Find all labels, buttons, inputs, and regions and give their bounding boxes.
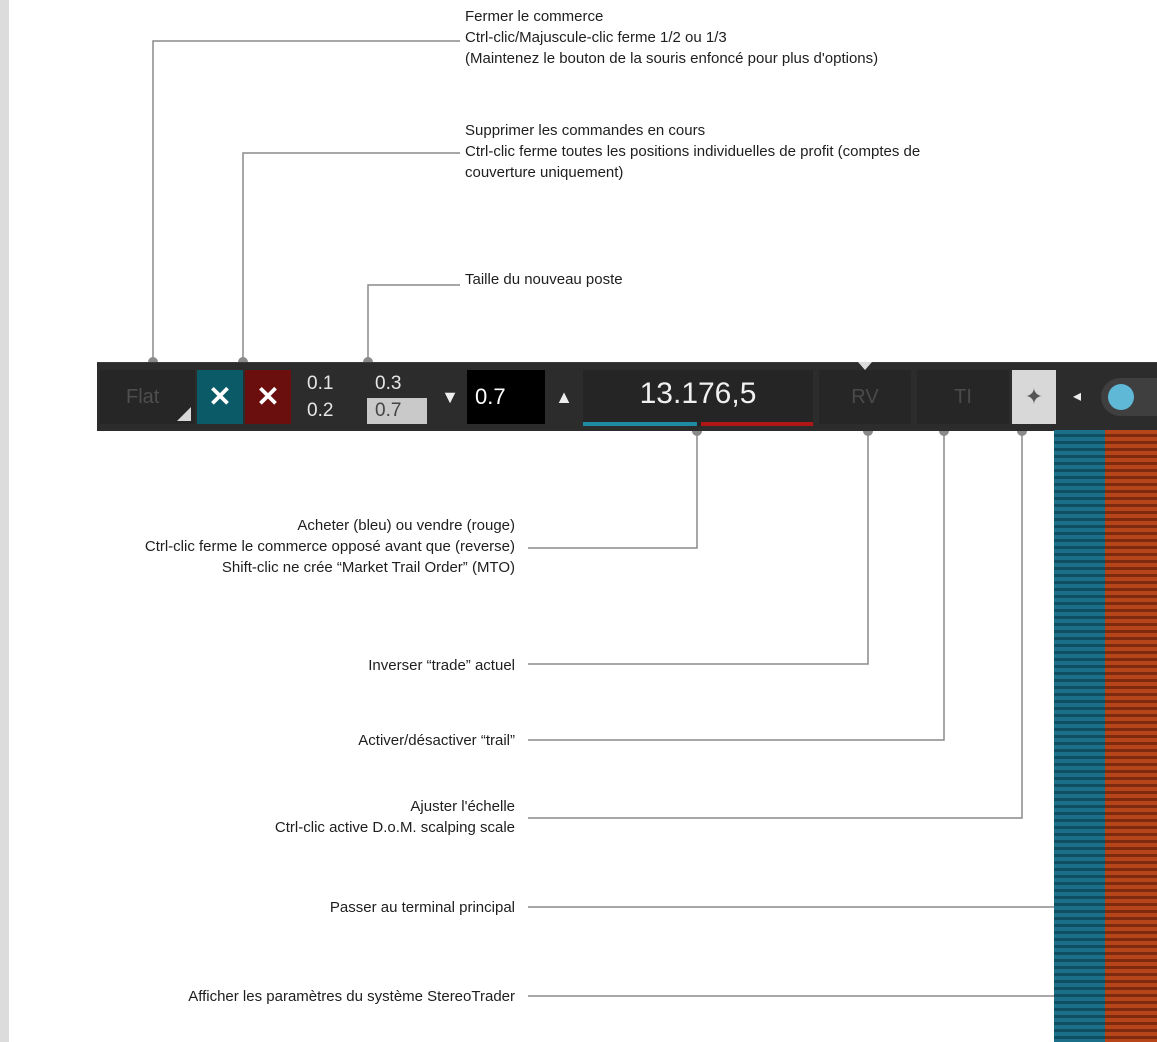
reverse-trade-button[interactable]: RV [819, 362, 911, 424]
buy-indicator-bar [583, 422, 697, 426]
annotation-settings: Afficher les paramètres du système Stere… [188, 988, 515, 1005]
annotation-buy-sell: Acheter (bleu) ou vendre (rouge) Ctrl-cl… [144, 517, 515, 576]
settings-toggle[interactable] [1101, 378, 1157, 416]
crosshair-star-icon: ✦ [1024, 384, 1044, 409]
terminal-buy-column [1054, 430, 1105, 1042]
size-increase-button[interactable]: ▲ [547, 370, 581, 424]
annotation-scale: Ajuster l'échelle Ctrl-clic active D.o.M… [274, 798, 515, 836]
annotation-terminal: Passer au terminal principal [329, 899, 515, 916]
annotation-close-trade: Fermer le commerce Ctrl-clic/Majuscule-c… [465, 8, 879, 67]
close-trade-button[interactable]: ✕ [197, 370, 243, 424]
toggle-knob [1108, 384, 1134, 410]
buy-sell-price-button[interactable]: 13.176,5 [583, 370, 813, 426]
price-value: 13.176,5 [639, 377, 757, 410]
trading-toolbar: Flat ✕ ✕ 0.1 0.3 0.2 0.7 ▼ 0.7 ▲ 13.176,… [97, 362, 1157, 431]
dropdown-marker-icon [858, 362, 872, 370]
flat-close-trade-button[interactable]: Flat [100, 370, 195, 424]
trail-toggle-button[interactable]: TI [917, 370, 1009, 424]
size-button-0-1[interactable]: 0.1 [299, 371, 359, 397]
scale-button[interactable]: ✦ [1012, 370, 1056, 424]
switch-terminal-button[interactable]: ◂ [1063, 370, 1091, 424]
cancel-orders-button[interactable]: ✕ [245, 370, 291, 424]
terminal-sell-column [1105, 430, 1157, 1042]
size-button-0-7[interactable]: 0.7 [367, 398, 427, 424]
sell-indicator-bar [701, 422, 813, 426]
annotation-position-size: Taille du nouveau poste [465, 271, 623, 288]
size-button-0-2[interactable]: 0.2 [299, 398, 359, 424]
corner-menu-indicator-icon [177, 407, 191, 421]
annotation-cancel-orders: Supprimer les commandes en cours Ctrl-cl… [465, 122, 921, 181]
annotation-trail: Activer/désactiver “trail” [358, 732, 515, 749]
caret-left-icon: ◂ [1072, 388, 1082, 405]
size-decrease-button[interactable]: ▼ [434, 370, 466, 424]
annotation-reverse: Inverser “trade” actuel [368, 657, 515, 674]
size-input[interactable]: 0.7 [467, 370, 545, 424]
size-button-0-3[interactable]: 0.3 [367, 371, 427, 397]
